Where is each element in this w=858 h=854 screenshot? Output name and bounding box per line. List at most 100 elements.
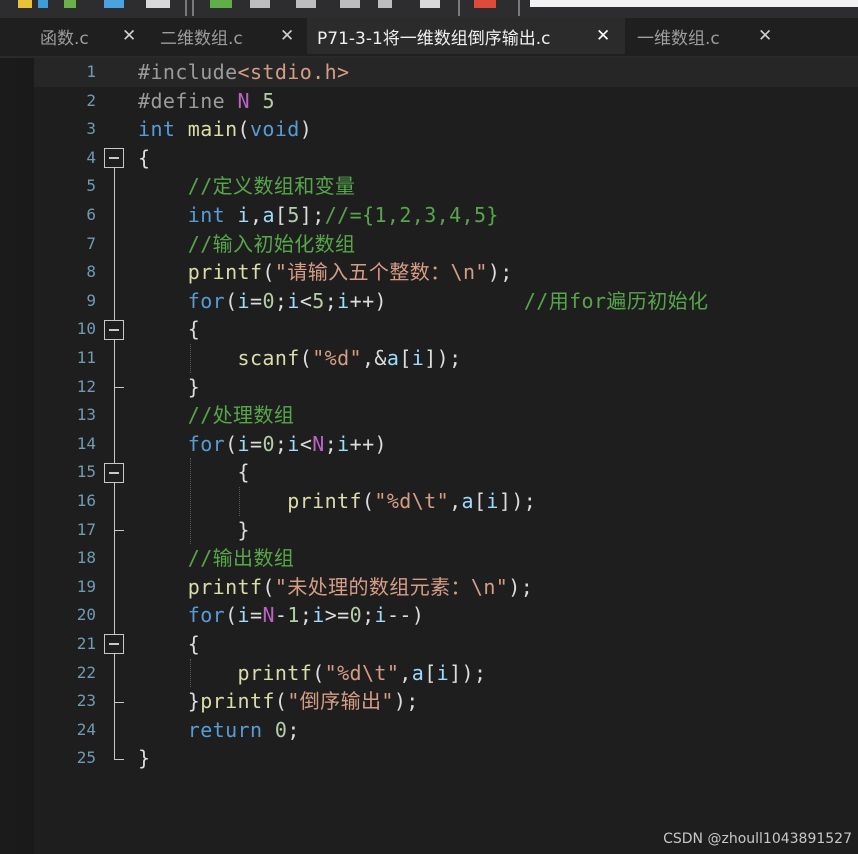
tab-yiwei-shuzu[interactable]: 一维数组.c ✕ [627, 18, 787, 54]
code-line[interactable]: 18 //输出数组 [34, 544, 858, 573]
toolbar-search-box[interactable] [530, 0, 858, 7]
toolbar-icon[interactable] [210, 0, 232, 8]
code-line[interactable]: 15 { [34, 458, 858, 487]
code-token: 0 [262, 431, 275, 456]
code-token: ); [487, 260, 513, 285]
code-token: main [187, 117, 238, 142]
code-token: ; [324, 431, 338, 456]
code-line[interactable]: 25} [34, 744, 858, 773]
code-text: } [138, 373, 200, 402]
code-token: i [411, 346, 425, 370]
code-line[interactable]: 22 printf("%d\t",a[i]); [34, 659, 858, 688]
line-number: 6 [86, 205, 96, 224]
code-token: for [187, 603, 226, 628]
toolbar-icon[interactable] [340, 0, 360, 8]
toolbar-icon[interactable] [104, 0, 124, 8]
code-token: ++) [349, 288, 524, 313]
code-line[interactable]: 13 //处理数组 [34, 401, 858, 430]
line-number: 22 [76, 662, 96, 682]
fold-collapse-icon[interactable] [104, 634, 124, 655]
code-token: "未处理的数组元素：\n" [274, 574, 509, 599]
close-icon[interactable]: ✕ [596, 26, 610, 46]
code-line[interactable]: 8 printf("请输入五个整数：\n"); [34, 258, 858, 287]
line-number: 20 [76, 605, 96, 625]
code-token: --) [386, 603, 425, 628]
toolbar-icon[interactable] [378, 0, 392, 8]
code-token: 1 [287, 603, 300, 628]
line-number: 9 [86, 290, 96, 310]
code-token: ( [225, 603, 238, 628]
indent-guide [189, 658, 191, 688]
code-line[interactable]: 5 //定义数组和变量 [34, 172, 858, 201]
code-text: for(i=0;i<N;i++) [138, 430, 387, 459]
code-line[interactable]: 12 } [34, 373, 858, 402]
code-token: "%d\t" [374, 489, 450, 513]
code-token: ; [362, 603, 375, 628]
fold-collapse-icon[interactable] [104, 462, 124, 483]
toolbar-icon[interactable] [38, 0, 48, 8]
code-line[interactable]: 4{ [34, 144, 858, 173]
code-line[interactable]: 7 //输入初始化数组 [34, 230, 858, 259]
toolbar-icon[interactable] [420, 0, 440, 8]
code-line[interactable]: 10 { [34, 315, 858, 344]
code-line[interactable]: 6 int i,a[5];//={1,2,3,4,5} [34, 201, 858, 230]
line-number: 14 [76, 433, 96, 453]
code-token: printf [287, 489, 362, 513]
code-token: ; [299, 603, 313, 628]
code-token: i [312, 603, 325, 628]
code-line[interactable]: 2 #define N 5 [34, 87, 858, 116]
code-token: ( [262, 260, 275, 285]
fold-collapse-icon[interactable] [104, 319, 124, 340]
tab-erwei-shuzu[interactable]: 二维数组.c ✕ [150, 18, 307, 54]
code-line[interactable]: 24 return 0; [34, 716, 858, 745]
code-token: //处理数组 [187, 403, 295, 428]
code-line[interactable]: 17 } [34, 516, 858, 545]
code-line[interactable]: 1 #include<stdio.h> [34, 58, 858, 87]
document-tab-bar: 函数.c ✕ 二维数组.c ✕ P71-3-1将一维数组倒序输出.c ✕ 一维数… [0, 18, 858, 58]
code-token: ( [312, 660, 325, 685]
code-token: [ [473, 489, 487, 513]
toolbar-icon[interactable] [296, 0, 316, 8]
code-line[interactable]: 11 scanf("%d",&a[i]); [34, 344, 858, 373]
code-text: int i,a[5];//={1,2,3,4,5} [138, 201, 499, 230]
code-text: { [138, 315, 200, 344]
code-line[interactable]: 19 printf("未处理的数组元素：\n"); [34, 573, 858, 602]
line-number: 18 [76, 548, 96, 568]
line-number: 2 [86, 90, 96, 110]
line-number: 13 [76, 405, 96, 425]
code-line[interactable]: 21 { [34, 630, 858, 659]
code-token: ; [324, 288, 338, 313]
toolbar-icon[interactable] [250, 0, 270, 8]
close-icon[interactable]: ✕ [758, 26, 772, 46]
close-icon[interactable]: ✕ [280, 26, 294, 46]
close-icon[interactable]: ✕ [122, 26, 136, 46]
code-line[interactable]: 14 for(i=0;i<N;i++) [34, 430, 858, 459]
code-line[interactable]: 16 printf("%d\t",a[i]); [34, 487, 858, 516]
toolbar-icon[interactable] [474, 0, 496, 8]
tab-p71-3-1-active[interactable]: P71-3-1将一维数组倒序输出.c ✕ [307, 18, 625, 54]
code-token: printf [187, 574, 263, 599]
code-token: { [138, 632, 201, 656]
code-token: ( [225, 288, 238, 313]
line-number: 21 [76, 634, 96, 653]
toolbar-icon[interactable] [64, 0, 76, 8]
code-token: i [237, 603, 250, 628]
toolbar-icon[interactable] [146, 0, 170, 8]
code-line[interactable]: 9 for(i=0;i<5;i++) //用for遍历初始化 [34, 287, 858, 316]
line-number: 10 [76, 319, 96, 339]
code-token: ) [299, 117, 313, 142]
fold-collapse-icon[interactable] [104, 148, 124, 169]
code-line[interactable]: 3 int main(void) [34, 115, 858, 144]
code-line[interactable]: 20 for(i=N-1;i>=0;i--) [34, 601, 858, 630]
code-token: //输出数组 [187, 546, 295, 571]
code-editor[interactable]: 1 #include<stdio.h> 2 #define N 5 3 int main(… [34, 58, 858, 854]
code-token: = [250, 288, 263, 313]
code-text: { [138, 630, 200, 659]
code-line[interactable]: 23 }printf("倒序输出"); [34, 687, 858, 716]
tab-hanshu[interactable]: 函数.c ✕ [30, 18, 150, 54]
toolbar-icon[interactable] [18, 0, 32, 8]
